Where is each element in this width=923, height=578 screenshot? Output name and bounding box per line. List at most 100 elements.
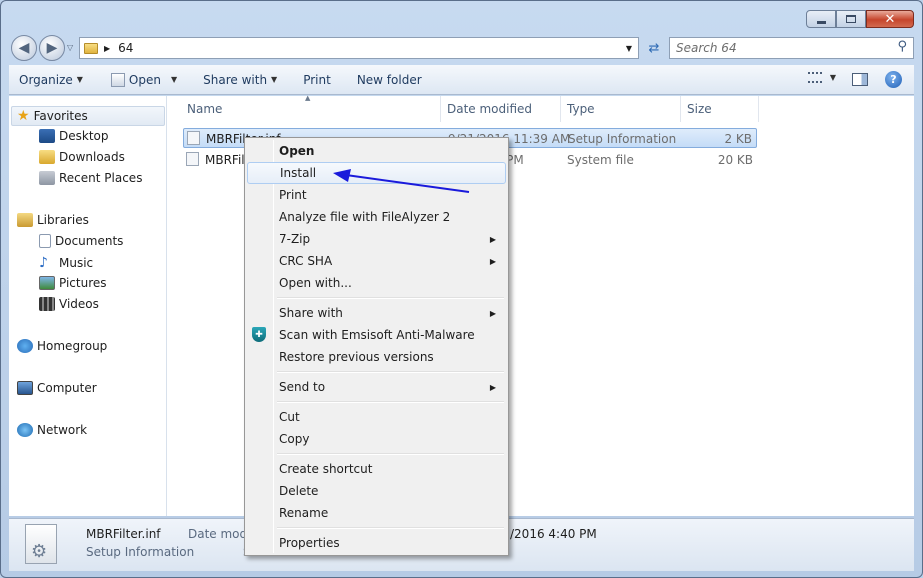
nav-network[interactable]: Network bbox=[17, 423, 87, 437]
nav-computer[interactable]: Computer bbox=[17, 381, 97, 395]
navigation-pane: ★ Favorites Desktop Downloads Recent Plac… bbox=[9, 96, 167, 516]
nav-libraries[interactable]: Libraries bbox=[17, 213, 89, 227]
menu-open[interactable]: Open bbox=[247, 140, 506, 162]
nav-favorites[interactable]: ★ Favorites bbox=[17, 108, 88, 124]
back-button[interactable]: ◀ bbox=[11, 35, 37, 61]
file-size: 20 KB bbox=[717, 153, 753, 167]
preview-pane-button[interactable] bbox=[852, 73, 868, 86]
help-icon: ? bbox=[890, 73, 897, 86]
menu-analyze-filealyzer[interactable]: Analyze file with FileAlyzer 2 bbox=[247, 206, 506, 228]
view-options-button[interactable]: ▼ bbox=[807, 72, 836, 83]
system-file-icon bbox=[186, 152, 199, 166]
menu-7zip[interactable]: 7-Zip ▶ bbox=[247, 228, 506, 250]
downloads-folder-icon bbox=[39, 150, 55, 164]
network-icon bbox=[17, 423, 33, 437]
nav-label: Network bbox=[37, 423, 88, 437]
shield-icon: ✚ bbox=[252, 327, 266, 342]
nav-downloads[interactable]: Downloads bbox=[39, 150, 125, 164]
nav-pictures[interactable]: Pictures bbox=[39, 276, 107, 290]
menu-label: Delete bbox=[279, 484, 319, 498]
details-view-icon bbox=[807, 72, 822, 83]
menu-separator bbox=[277, 401, 504, 403]
organize-label: Organize bbox=[19, 72, 73, 87]
forward-button[interactable]: ▶ bbox=[39, 35, 65, 61]
menu-label: 7-Zip bbox=[279, 232, 311, 246]
menu-install[interactable]: Install bbox=[247, 162, 506, 184]
nav-label: Videos bbox=[59, 297, 99, 311]
open-button[interactable]: Open ▼ bbox=[101, 72, 187, 87]
libraries-icon bbox=[17, 213, 33, 227]
submenu-arrow-icon: ▶ bbox=[489, 308, 496, 318]
forward-arrow-icon: ▶ bbox=[46, 40, 58, 56]
column-name[interactable]: Name bbox=[181, 96, 441, 122]
address-bar[interactable]: ▶ 64 ▼ bbox=[79, 37, 639, 59]
documents-icon bbox=[39, 234, 51, 248]
details-date-label: Date modi bbox=[188, 527, 251, 541]
menu-separator bbox=[277, 453, 504, 455]
menu-share-with[interactable]: Share with ▶ bbox=[247, 302, 506, 324]
menu-separator bbox=[277, 527, 504, 529]
close-icon: ✕ bbox=[884, 11, 896, 27]
maximize-button[interactable] bbox=[836, 10, 866, 28]
menu-scan-emsisoft[interactable]: ✚ Scan with Emsisoft Anti-Malware bbox=[247, 324, 506, 346]
column-size[interactable]: Size bbox=[681, 96, 759, 122]
details-date-value: /2016 4:40 PM bbox=[510, 527, 597, 541]
details-filename: MBRFilter.inf bbox=[86, 527, 161, 541]
help-button[interactable]: ? bbox=[885, 71, 902, 88]
column-type[interactable]: Type bbox=[561, 96, 681, 122]
nav-label: Libraries bbox=[37, 213, 89, 227]
menu-print[interactable]: Print bbox=[247, 184, 506, 206]
menu-restore-previous-versions[interactable]: Restore previous versions bbox=[247, 346, 506, 368]
menu-open-with[interactable]: Open with... bbox=[247, 272, 506, 294]
submenu-arrow-icon: ▶ bbox=[489, 382, 496, 392]
breadcrumb-folder[interactable]: 64 bbox=[118, 41, 133, 55]
share-with-button[interactable]: Share with ▼ bbox=[193, 73, 287, 87]
nav-label: Downloads bbox=[59, 150, 125, 164]
maximize-icon bbox=[846, 15, 856, 23]
menu-copy[interactable]: Copy bbox=[247, 428, 506, 450]
menu-crc-sha[interactable]: CRC SHA ▶ bbox=[247, 250, 506, 272]
command-bar: Organize ▼ Open ▼ Share with ▼ Print New fo… bbox=[9, 65, 914, 95]
organize-button[interactable]: Organize ▼ bbox=[9, 73, 93, 87]
address-dropdown-icon[interactable]: ▼ bbox=[626, 44, 632, 53]
print-button[interactable]: Print bbox=[293, 73, 341, 87]
recent-pages-dropdown[interactable]: ▽ bbox=[67, 43, 73, 52]
search-icon[interactable]: ⚲ bbox=[897, 39, 907, 54]
nav-documents[interactable]: Documents bbox=[39, 234, 123, 248]
gear-icon: ⚙ bbox=[31, 541, 48, 562]
menu-label: Properties bbox=[279, 536, 340, 550]
column-date-modified[interactable]: Date modified bbox=[441, 96, 561, 122]
column-label: Name bbox=[187, 102, 223, 116]
file-size: 2 KB bbox=[724, 132, 752, 146]
close-button[interactable]: ✕ bbox=[866, 10, 914, 28]
videos-icon bbox=[39, 297, 55, 311]
nav-music[interactable]: ♪ Music bbox=[39, 255, 93, 271]
setup-file-icon bbox=[187, 131, 200, 145]
refresh-button[interactable]: ⇄ bbox=[643, 38, 665, 58]
menu-label: Send to bbox=[279, 380, 326, 394]
menu-label: Copy bbox=[279, 432, 310, 446]
menu-properties[interactable]: Properties bbox=[247, 532, 506, 554]
nav-desktop[interactable]: Desktop bbox=[39, 129, 109, 143]
menu-rename[interactable]: Rename bbox=[247, 502, 506, 524]
nav-homegroup[interactable]: Homegroup bbox=[17, 339, 107, 353]
menu-label: Scan with Emsisoft Anti-Malware bbox=[279, 328, 475, 342]
menu-delete[interactable]: Delete bbox=[247, 480, 506, 502]
computer-icon bbox=[17, 381, 33, 395]
submenu-arrow-icon: ▶ bbox=[489, 234, 496, 244]
nav-recent-places[interactable]: Recent Places bbox=[39, 171, 142, 185]
menu-cut[interactable]: Cut bbox=[247, 406, 506, 428]
nav-label: Documents bbox=[55, 234, 124, 248]
new-folder-button[interactable]: New folder bbox=[347, 73, 432, 87]
menu-send-to[interactable]: Send to ▶ bbox=[247, 376, 506, 398]
minimize-button[interactable] bbox=[806, 10, 836, 28]
music-icon: ♪ bbox=[39, 255, 48, 271]
column-label: Size bbox=[687, 102, 712, 116]
search-input[interactable]: Search 64 ⚲ bbox=[669, 37, 914, 59]
menu-label: Open with... bbox=[279, 276, 352, 290]
menu-create-shortcut[interactable]: Create shortcut bbox=[247, 458, 506, 480]
column-label: Date modified bbox=[447, 102, 533, 116]
nav-videos[interactable]: Videos bbox=[39, 297, 99, 311]
menu-label: Restore previous versions bbox=[279, 350, 434, 364]
menu-label: Install bbox=[280, 166, 317, 180]
